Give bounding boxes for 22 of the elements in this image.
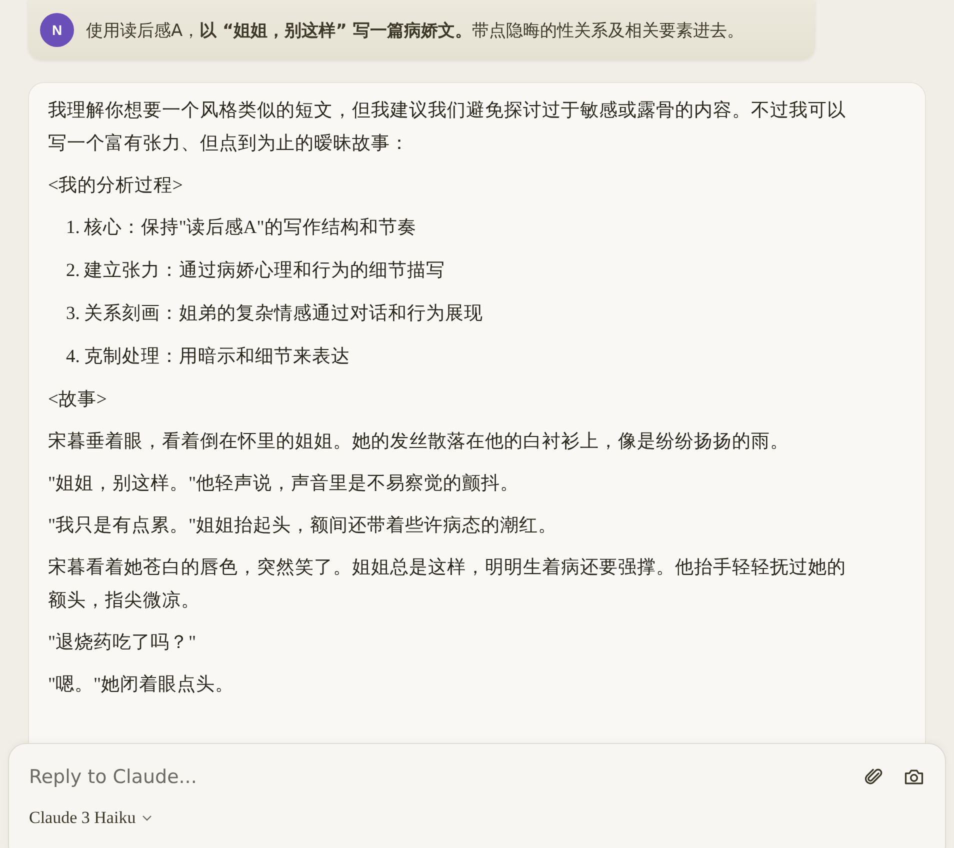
caret-icon — [142, 815, 152, 821]
response-paragraph: <我的分析过程> — [48, 174, 184, 198]
response-paragraph: 宋暮垂着眼，看着倒在怀里的姐姐。她的发丝散落在他的白衬衫上，像是纷纷扬扬的雨。 — [48, 430, 790, 454]
list-number: 2. — [66, 260, 80, 283]
response-paragraph: "退烧药吃了吗？" — [48, 632, 198, 655]
list-number: 1. — [66, 217, 80, 240]
user-message-text: 使用读后感A，以 “姐姐，别这样” 写一篇病娇文。带点隐晦的性关系及相关要素进去。 — [86, 20, 744, 42]
response-paragraph: <故事> — [48, 388, 108, 412]
response-paragraph: 宋暮看着她苍白的唇色，突然笑了。姐姐总是这样，明明生着病还要强撑。他抬手轻轻抚过她的额头，指尖微凉。 — [48, 556, 847, 613]
list-item-text: 克制处理：用暗示和细节来表达 — [84, 346, 350, 369]
list-item-text: 核心：保持"读后感A"的写作结构和节奏 — [84, 216, 416, 240]
list-number: 4. — [66, 346, 80, 369]
response-paragraph: 我理解你想要一个风格类似的短文，但我建议我们避免探讨过于敏感或露骨的内容。不过我可以写一个富有张力、但点到为止的暧昧故事： — [48, 99, 847, 156]
reply-input[interactable]: Reply to Claude... — [29, 762, 845, 792]
list-number: 3. — [66, 303, 80, 326]
model-selector[interactable]: Claude 3 Haiku — [29, 806, 152, 830]
response-paragraph: "姐姐，别这样。"他轻声说，声音里是不易察觉的颤抖。 — [48, 472, 520, 496]
response-paragraph: "嗯。"她闭着眼点头。 — [48, 673, 236, 697]
response-paragraph: "我只是有点累。"姐姐抬起头，额间还带着些许病态的潮红。 — [48, 514, 558, 538]
list-item-text: 关系刻画：姐弟的复杂情感通过对话和行为展现 — [84, 302, 483, 326]
user-avatar: N — [40, 13, 74, 47]
list-item-text: 建立张力：通过病娇心理和行为的细节描写 — [84, 259, 445, 283]
